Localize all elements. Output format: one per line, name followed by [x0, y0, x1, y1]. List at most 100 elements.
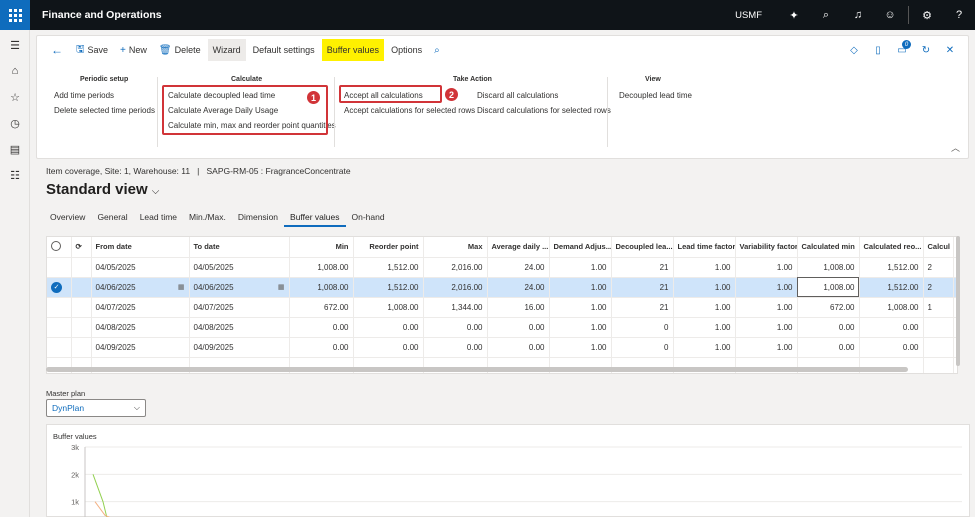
table-cell[interactable]: 21 [611, 297, 674, 318]
column-header[interactable]: From date [91, 237, 190, 258]
table-cell[interactable]: 0.00 [859, 317, 924, 338]
tab-on-hand[interactable]: On-hand [346, 211, 391, 227]
table-cell[interactable]: 04/05/2025 [189, 257, 290, 278]
table-cell[interactable]: 21 [611, 257, 674, 278]
table-cell[interactable]: 672.00 [797, 297, 860, 318]
table-row[interactable]: 04/09/2025 04/09/2025 0.00 0.00 0.00 0.00 1.00… [47, 337, 957, 358]
table-cell[interactable]: 2 [923, 277, 954, 298]
table-cell[interactable]: 0 [611, 337, 674, 358]
smiley-icon[interactable]: ☺ [874, 0, 906, 30]
table-cell[interactable]: 0 [611, 317, 674, 338]
delete-time-periods-button[interactable]: Delete selected time periods [54, 106, 155, 115]
table-cell[interactable]: 04/06/2025 ▦ [91, 277, 190, 298]
row-select-cell[interactable] [47, 337, 72, 358]
select-all-circle[interactable] [47, 237, 72, 258]
table-cell[interactable]: 0.00 [487, 317, 550, 338]
vertical-scrollbar[interactable] [956, 236, 960, 366]
table-cell[interactable]: 1,512.00 [859, 277, 924, 298]
table-cell[interactable]: 0.00 [289, 337, 354, 358]
table-cell[interactable]: 1.00 [673, 337, 736, 358]
horizontal-scrollbar[interactable] [46, 367, 908, 372]
table-row[interactable]: 04/07/2025 04/07/2025 672.00 1,008.00 1,344.… [47, 297, 957, 318]
refresh-icon[interactable]: ↻ [914, 40, 938, 60]
table-cell[interactable]: 1.00 [549, 297, 612, 318]
table-cell[interactable]: 0.00 [289, 317, 354, 338]
column-header[interactable]: Calculated reo... [859, 237, 924, 258]
row-select-cell[interactable] [47, 297, 72, 318]
table-cell[interactable]: 2 [923, 257, 954, 278]
table-cell[interactable]: 1.00 [673, 257, 736, 278]
attachments-icon[interactable]: ▭ 0 [890, 40, 914, 60]
decoupled-lead-time-view-button[interactable]: Decoupled lead time [619, 91, 692, 100]
table-cell[interactable]: 04/09/2025 [189, 337, 290, 358]
table-row[interactable]: 04/05/2025 04/05/2025 1,008.00 1,512.00 2,01… [47, 257, 957, 278]
delete-button[interactable]: 🗑 Delete [154, 39, 206, 61]
diamond-icon[interactable]: ◇ [842, 40, 866, 60]
table-cell[interactable]: 0.00 [353, 337, 424, 358]
calendar-icon[interactable]: ▦ [178, 283, 185, 291]
row-select-cell[interactable]: ✓ [47, 277, 72, 298]
workspaces-icon[interactable]: ▤ [0, 136, 30, 162]
collapse-chevron-icon[interactable]: ︿ [951, 141, 960, 154]
table-cell[interactable]: 0.00 [487, 337, 550, 358]
table-cell[interactable]: 1.00 [549, 317, 612, 338]
table-cell[interactable]: 1,008.00 [289, 277, 354, 298]
table-cell[interactable]: 2,016.00 [423, 257, 488, 278]
table-cell[interactable]: 0.00 [797, 317, 860, 338]
table-cell[interactable]: 1,512.00 [353, 277, 424, 298]
table-cell[interactable]: 1,008.00 [797, 257, 860, 278]
table-cell[interactable]: 1 [923, 297, 954, 318]
table-cell[interactable]: 672.00 [289, 297, 354, 318]
column-header[interactable]: Calcul [923, 237, 954, 258]
table-cell[interactable]: 1,008.00 [859, 297, 924, 318]
column-header[interactable]: Lead time factor [673, 237, 736, 258]
column-header[interactable]: Demand Adjus... [549, 237, 612, 258]
tab-general[interactable]: General [91, 211, 133, 227]
table-cell[interactable]: 16.00 [487, 297, 550, 318]
office-icon[interactable]: ▯ [866, 40, 890, 60]
table-cell[interactable]: 0.00 [353, 317, 424, 338]
refresh-icon[interactable]: ⟳ [71, 237, 92, 258]
table-row[interactable]: 04/08/2025 04/08/2025 0.00 0.00 0.00 0.00 1.00… [47, 317, 957, 338]
discard-selected-rows-button[interactable]: Discard calculations for selected rows [477, 106, 611, 115]
company-picker[interactable]: USMF [735, 10, 762, 21]
table-cell[interactable]: 1.00 [549, 337, 612, 358]
hamburger-menu-icon[interactable]: ☰ [0, 32, 30, 58]
back-arrow-icon[interactable]: ← [45, 39, 69, 61]
table-cell[interactable]: 1.00 [735, 277, 798, 298]
table-cell[interactable]: 1.00 [549, 257, 612, 278]
view-selector[interactable]: Standard view ⌵ [46, 181, 159, 198]
modules-list-icon[interactable]: ☷ [0, 162, 30, 188]
default-settings-tab[interactable]: Default settings [248, 39, 320, 61]
search-icon[interactable]: ⌕ [810, 0, 842, 30]
column-header[interactable]: Average daily ... [487, 237, 550, 258]
column-header[interactable]: Max [423, 237, 488, 258]
tab-overview[interactable]: Overview [44, 211, 91, 227]
table-cell[interactable]: 1,008.00 [353, 297, 424, 318]
table-cell[interactable]: 1,512.00 [353, 257, 424, 278]
help-icon[interactable]: ? [943, 0, 975, 30]
column-header[interactable]: Reorder point [353, 237, 424, 258]
add-time-periods-button[interactable]: Add time periods [54, 91, 114, 100]
column-header[interactable]: Calculated min [797, 237, 860, 258]
bell-icon[interactable]: ♫ [842, 0, 874, 30]
row-select-cell[interactable] [47, 317, 72, 338]
copilot-icon[interactable]: ✦ [778, 0, 810, 30]
table-cell[interactable]: 0.00 [797, 337, 860, 358]
table-cell[interactable]: 1.00 [735, 317, 798, 338]
buffer-values-tab[interactable]: Buffer values [321, 39, 385, 61]
tab-dimension[interactable]: Dimension [232, 211, 284, 227]
table-cell[interactable]: 0.00 [859, 337, 924, 358]
table-cell[interactable]: 2,016.00 [423, 277, 488, 298]
column-header[interactable]: Decoupled lea... [611, 237, 674, 258]
table-cell[interactable]: 04/09/2025 [91, 337, 190, 358]
search-icon[interactable]: ⌕ [429, 39, 445, 61]
tab-min-max[interactable]: Min./Max. [183, 211, 232, 227]
table-cell[interactable]: 1.00 [735, 337, 798, 358]
table-cell[interactable]: 04/07/2025 [189, 297, 290, 318]
table-cell[interactable]: 1,344.00 [423, 297, 488, 318]
table-cell[interactable]: 24.00 [487, 277, 550, 298]
table-cell[interactable]: 04/06/2025 ▦ [189, 277, 290, 298]
save-button[interactable]: 🖫 Save [71, 39, 113, 61]
app-launcher-button[interactable] [0, 0, 30, 30]
